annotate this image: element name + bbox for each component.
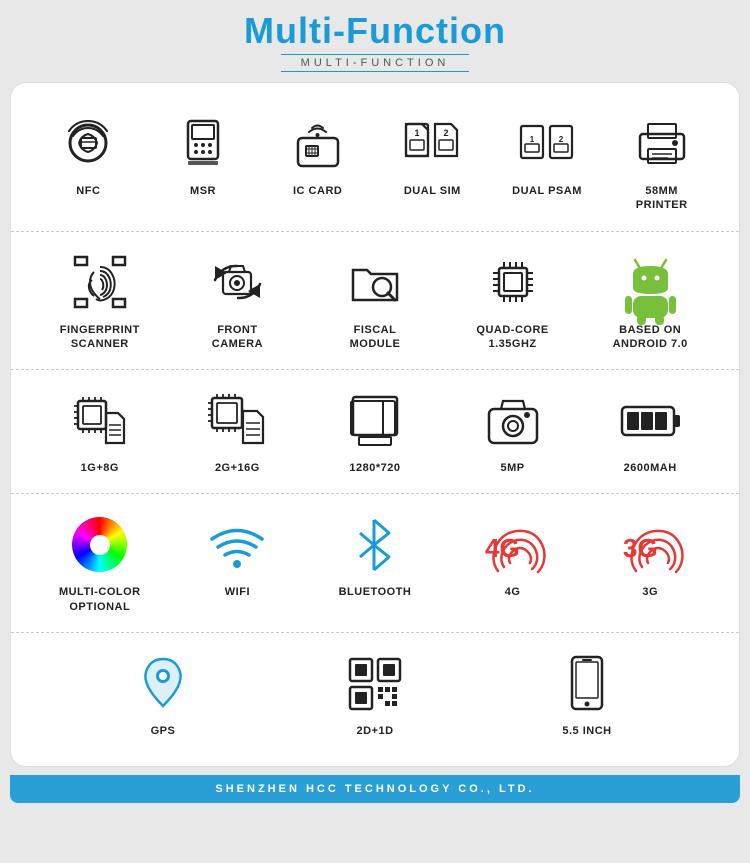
- feature-quad-core: QUAD-CORE1.35GHZ: [444, 250, 582, 352]
- fiscal-icon: [340, 250, 410, 315]
- multi-color-label: MULTI-COLOROPTIONAL: [59, 585, 141, 614]
- 5mp-icon: [478, 388, 548, 453]
- resolution-label: 1280*720: [349, 461, 400, 475]
- feature-row-3: 1G+8G: [11, 370, 739, 494]
- front-camera-label: FRONTCAMERA: [212, 323, 263, 352]
- feature-printer: 58MMPRINTER: [604, 111, 719, 213]
- 4g-label: 4G: [505, 585, 521, 599]
- svg-text:1: 1: [530, 135, 535, 144]
- feature-wifi: WIFI: [169, 512, 307, 599]
- printer-label: 58MMPRINTER: [636, 184, 688, 213]
- 2d1d-label: 2D+1D: [356, 724, 393, 738]
- resolution-icon: [340, 388, 410, 453]
- page-wrapper: Multi-Function MULTI-FUNCTION: [0, 0, 750, 813]
- footer: SHENZHEN HCC TECHNOLOGY CO., LTD.: [10, 775, 740, 803]
- feature-fiscal: FISCALMODULE: [306, 250, 444, 352]
- 1g8g-icon: [65, 388, 135, 453]
- feature-bluetooth: BLUETOOTH: [306, 512, 444, 599]
- 3g-icon: 3G: [615, 512, 685, 577]
- feature-dual-sim: 1 2 DUAL SIM: [375, 111, 490, 198]
- multi-color-icon: [65, 512, 135, 577]
- printer-icon: [627, 111, 697, 176]
- android-icon: [615, 250, 685, 315]
- main-card: NFC: [10, 82, 740, 767]
- svg-text:2: 2: [444, 128, 449, 138]
- svg-text:2: 2: [559, 135, 564, 144]
- 3g-label: 3G: [642, 585, 658, 599]
- 2g16g-label: 2G+16G: [215, 461, 260, 475]
- feature-dual-psam: 1 2 DUAL PSAM: [490, 111, 605, 198]
- nfc-icon: [53, 111, 123, 176]
- nfc-label: NFC: [76, 184, 100, 198]
- feature-multi-color: MULTI-COLOROPTIONAL: [31, 512, 169, 614]
- gps-label: GPS: [151, 724, 176, 738]
- feature-ic-card: IC CARD: [260, 111, 375, 198]
- color-wheel-visual: [72, 517, 127, 572]
- header-subtitle: MULTI-FUNCTION: [281, 54, 470, 72]
- feature-row-2: FINGERPRINTSCANNER: [11, 232, 739, 371]
- feature-row-1: NFC: [11, 93, 739, 232]
- dual-sim-icon: 1 2: [397, 111, 467, 176]
- feature-resolution: 1280*720: [306, 388, 444, 475]
- 4g-icon: 4G: [478, 512, 548, 577]
- svg-text:4G: 4G: [485, 533, 520, 563]
- svg-text:3G: 3G: [623, 533, 658, 563]
- 2d1d-icon: [340, 651, 410, 716]
- 2g16g-icon: [202, 388, 272, 453]
- 5inch-icon: [552, 651, 622, 716]
- feature-gps: GPS: [83, 651, 243, 738]
- quad-core-icon: [478, 250, 548, 315]
- fiscal-label: FISCALMODULE: [350, 323, 401, 352]
- 1g8g-label: 1G+8G: [81, 461, 119, 475]
- dual-sim-label: DUAL SIM: [404, 184, 461, 198]
- fingerprint-icon: [65, 250, 135, 315]
- wifi-label: WIFI: [225, 585, 250, 599]
- feature-android: BASED ONANDROID 7.0: [581, 250, 719, 352]
- wifi-icon: [202, 512, 272, 577]
- feature-row-4: MULTI-COLOROPTIONAL WIFI: [11, 494, 739, 633]
- dual-psam-icon: 1 2: [512, 111, 582, 176]
- feature-2g16g: 2G+16G: [169, 388, 307, 475]
- 5inch-label: 5.5 INCH: [562, 724, 611, 738]
- msr-label: MSR: [190, 184, 216, 198]
- feature-5inch: 5.5 INCH: [507, 651, 667, 738]
- gps-icon: [128, 651, 198, 716]
- msr-icon: [168, 111, 238, 176]
- ic-card-label: IC CARD: [293, 184, 342, 198]
- footer-text: SHENZHEN HCC TECHNOLOGY CO., LTD.: [18, 783, 732, 795]
- fingerprint-label: FINGERPRINTSCANNER: [60, 323, 140, 352]
- battery-icon: [615, 388, 685, 453]
- svg-text:1: 1: [415, 128, 420, 138]
- android-label: BASED ONANDROID 7.0: [613, 323, 688, 352]
- feature-row-5: GPS: [11, 633, 739, 756]
- quad-core-label: QUAD-CORE1.35GHZ: [476, 323, 548, 352]
- feature-2d1d: 2D+1D: [295, 651, 455, 738]
- dual-psam-label: DUAL PSAM: [512, 184, 582, 198]
- front-camera-icon: [202, 250, 272, 315]
- bluetooth-label: BLUETOOTH: [339, 585, 412, 599]
- battery-label: 2600MAH: [624, 461, 677, 475]
- main-title: Multi-Function: [10, 10, 740, 52]
- 5mp-label: 5MP: [501, 461, 525, 475]
- feature-4g: 4G 4G: [444, 512, 582, 599]
- feature-msr: MSR: [146, 111, 261, 198]
- bluetooth-icon: [340, 512, 410, 577]
- feature-nfc: NFC: [31, 111, 146, 198]
- feature-5mp: 5MP: [444, 388, 582, 475]
- feature-3g: 3G 3G: [581, 512, 719, 599]
- feature-front-camera: FRONTCAMERA: [169, 250, 307, 352]
- header: Multi-Function MULTI-FUNCTION: [10, 10, 740, 72]
- feature-1g8g: 1G+8G: [31, 388, 169, 475]
- feature-battery: 2600MAH: [581, 388, 719, 475]
- feature-fingerprint: FINGERPRINTSCANNER: [31, 250, 169, 352]
- ic-card-icon: [283, 111, 353, 176]
